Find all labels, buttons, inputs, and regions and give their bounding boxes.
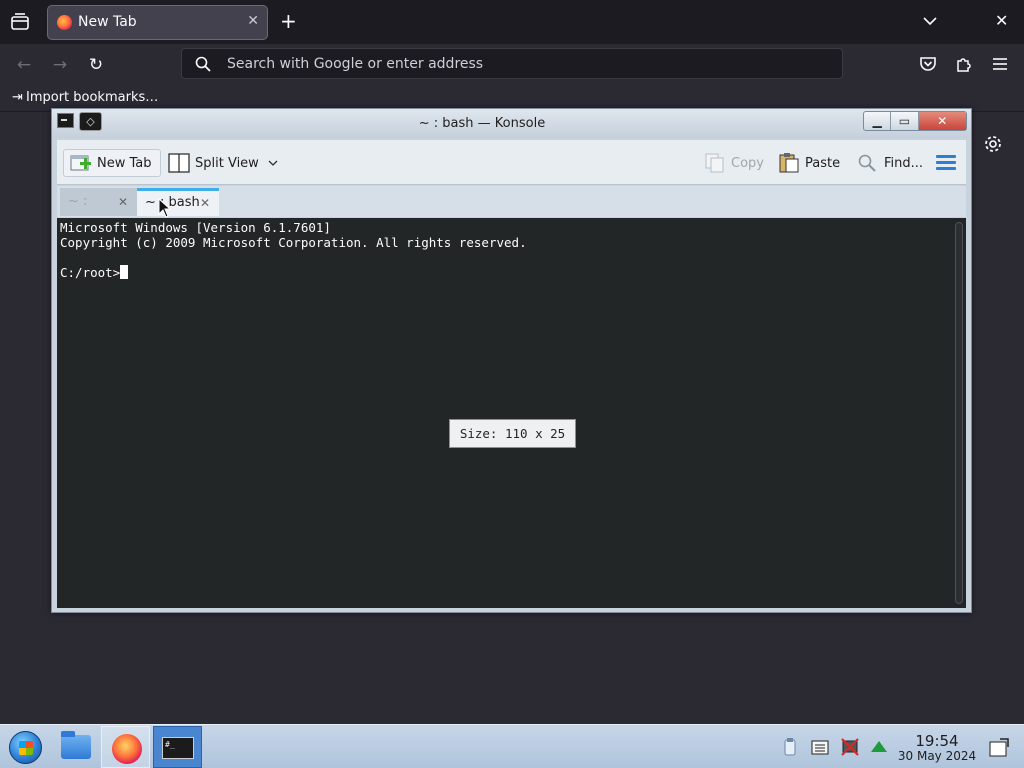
- close-tab-icon[interactable]: ✕: [118, 188, 128, 216]
- split-view-label: Split View: [195, 155, 259, 171]
- url-input[interactable]: [227, 53, 827, 75]
- konsole-tab-bar: ~ : ✕ ~ : bash ✕: [57, 186, 966, 217]
- terminal-area[interactable]: Microsoft Windows [Version 6.1.7601] Cop…: [57, 218, 966, 608]
- search-icon: [195, 56, 211, 72]
- copy-icon: [705, 153, 724, 173]
- clock-date[interactable]: 30 May 2024: [896, 749, 978, 763]
- tab-inactive[interactable]: ~ : ✕: [60, 188, 137, 216]
- find-button[interactable]: Find...: [857, 149, 923, 177]
- search-icon: [858, 154, 876, 172]
- paste-button[interactable]: Paste: [778, 149, 840, 177]
- browser-tab-bar: New Tab ✕ + ✕: [0, 0, 1024, 44]
- notes-icon[interactable]: [810, 737, 830, 757]
- firefox-favicon-icon: [57, 15, 72, 30]
- back-button[interactable]: ←: [13, 54, 35, 76]
- taskbar-file-manager[interactable]: [51, 726, 100, 768]
- chevron-down-icon[interactable]: [267, 157, 279, 169]
- import-icon: ⇥: [12, 90, 23, 105]
- mouse-pointer-icon: [158, 198, 172, 218]
- browser-nav-bar: ← → ↻: [0, 44, 1024, 85]
- find-label: Find...: [884, 155, 924, 171]
- import-bookmarks-button[interactable]: ⇥ Import bookmarks…: [12, 90, 158, 105]
- reload-button[interactable]: ↻: [85, 54, 107, 76]
- show-desktop-icon[interactable]: [988, 737, 1010, 759]
- terminal-prompt: C:/root>: [60, 265, 121, 280]
- text-cursor: [120, 265, 129, 279]
- paste-icon: [779, 153, 799, 173]
- browser-tab-new-tab[interactable]: New Tab ✕: [47, 5, 268, 40]
- copy-button[interactable]: Copy: [704, 149, 764, 177]
- hamburger-menu-icon[interactable]: [936, 155, 956, 171]
- minimize-button[interactable]: ▁: [864, 112, 892, 130]
- split-view-button[interactable]: Split View: [168, 149, 279, 177]
- terminal-scrollbar[interactable]: [955, 222, 963, 604]
- taskbar-konsole[interactable]: #_: [153, 726, 202, 768]
- network-disconnected-icon[interactable]: [840, 737, 860, 757]
- maximize-button[interactable]: ▭: [891, 112, 919, 130]
- terminal-line: Microsoft Windows [Version 6.1.7601]: [60, 220, 331, 235]
- forward-button[interactable]: →: [49, 54, 71, 76]
- gear-icon[interactable]: [983, 134, 1003, 154]
- konsole-window: ◇ ~ : bash — Konsole ▁ ▭ ✕ New Tab Split…: [51, 108, 972, 613]
- start-button[interactable]: [9, 731, 42, 764]
- menu-icon[interactable]: [990, 54, 1010, 74]
- split-view-icon: [168, 153, 190, 173]
- close-button[interactable]: ✕: [918, 112, 966, 130]
- new-tab-icon: [70, 155, 91, 171]
- new-tab-button[interactable]: +: [280, 9, 297, 33]
- firefox-icon: [112, 734, 142, 764]
- konsole-window-title: ~ : bash — Konsole: [418, 116, 546, 131]
- clipboard-icon[interactable]: [780, 737, 800, 757]
- tab-bash[interactable]: ~ : bash ✕: [137, 188, 219, 216]
- window-controls: ▁ ▭ ✕: [863, 111, 967, 131]
- clock-time[interactable]: 19:54: [900, 732, 974, 750]
- new-tab-label: New Tab: [97, 155, 152, 171]
- konsole-toolbar: New Tab Split View Copy Paste Find...: [57, 140, 966, 185]
- chevron-down-icon[interactable]: [920, 11, 940, 31]
- tab-label: ~ : bash: [145, 195, 200, 210]
- update-arrow-icon[interactable]: [869, 737, 889, 757]
- pocket-icon[interactable]: [918, 54, 938, 74]
- terminal-line: Copyright (c) 2009 Microsoft Corporation…: [60, 235, 527, 250]
- taskbar: #_ 19:54 30 May 2024: [0, 724, 1024, 768]
- browser-tab-title: New Tab: [78, 14, 137, 30]
- konsole-titlebar[interactable]: ◇ ~ : bash — Konsole ▁ ▭ ✕: [52, 109, 971, 138]
- terminal-icon: #_: [162, 737, 194, 759]
- paste-label: Paste: [805, 155, 841, 171]
- folder-icon: [61, 731, 91, 759]
- address-bar[interactable]: [181, 48, 843, 79]
- terminal-prompt-line: C:/root>: [60, 265, 129, 280]
- close-tab-icon[interactable]: ✕: [247, 13, 259, 29]
- extensions-icon[interactable]: [954, 54, 974, 74]
- taskbar-firefox[interactable]: [101, 726, 150, 768]
- size-tooltip: Size: 110 x 25: [449, 419, 576, 448]
- tab-label: ~ :: [68, 194, 88, 209]
- new-tab-button[interactable]: New Tab: [63, 149, 161, 177]
- list-all-tabs-icon[interactable]: [8, 11, 32, 33]
- copy-label: Copy: [731, 155, 764, 171]
- close-window-icon[interactable]: ✕: [995, 11, 1008, 30]
- close-tab-icon[interactable]: ✕: [200, 191, 210, 215]
- import-bookmarks-label: Import bookmarks…: [26, 90, 159, 105]
